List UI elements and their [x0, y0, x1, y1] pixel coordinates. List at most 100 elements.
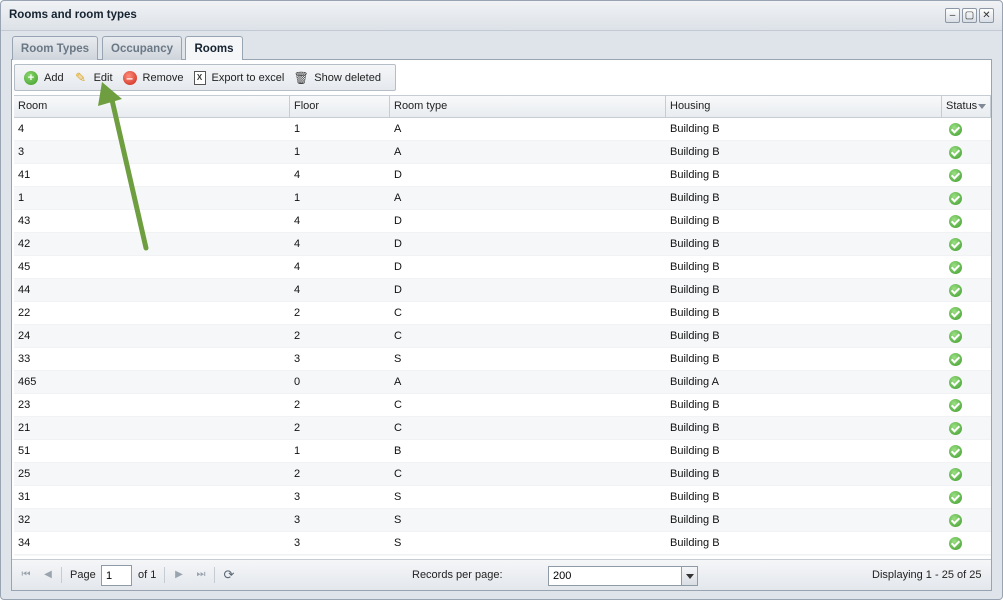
- tab-room-types[interactable]: Room Types: [12, 36, 98, 60]
- table-row[interactable]: 34 3 S Building B: [14, 532, 991, 555]
- refresh-icon[interactable]: ⟳: [222, 568, 236, 582]
- window-titlebar[interactable]: Rooms and room types – ▢ ✕: [1, 1, 1002, 31]
- maximize-button[interactable]: ▢: [962, 8, 977, 23]
- maximize-icon: ▢: [964, 9, 975, 21]
- table-row[interactable]: 22 2 C Building B: [14, 302, 991, 325]
- trash-icon: 🗑: [293, 70, 309, 85]
- cell-housing: [666, 555, 942, 556]
- cell-status: [942, 233, 991, 256]
- remove-icon: –: [122, 70, 137, 85]
- cell-housing: Building B: [670, 445, 720, 457]
- cell-floor: 4: [294, 284, 301, 296]
- cell-room: 24: [18, 330, 31, 342]
- cell-room: 23: [18, 399, 31, 411]
- ok-icon: [949, 146, 962, 159]
- table-row[interactable]: 45 4 D Building B: [14, 256, 991, 279]
- edit-button[interactable]: ✎ Edit: [69, 67, 118, 89]
- ok-icon: [949, 537, 962, 550]
- table-row[interactable]: 23 2 C Building B: [14, 394, 991, 417]
- chevron-down-icon[interactable]: [681, 567, 697, 585]
- next-page-icon[interactable]: ▶: [172, 568, 186, 582]
- first-page-icon[interactable]: ⏮: [19, 568, 33, 582]
- table-row[interactable]: 1 1 A Building B: [14, 187, 991, 210]
- cell-room: 33: [18, 353, 31, 365]
- pager-separator: [164, 567, 165, 583]
- last-page-icon[interactable]: ⏭: [194, 568, 208, 582]
- cell-floor: 2: [294, 468, 301, 480]
- cell-status: [942, 210, 991, 233]
- cell-room: 465: [18, 376, 37, 388]
- table-row[interactable]: 25 2 C Building B: [14, 463, 991, 486]
- cell-room: 41: [18, 169, 31, 181]
- cell-status: [942, 463, 991, 486]
- cell-housing: Building B: [670, 215, 720, 227]
- table-row[interactable]: 465 0 A Building A: [14, 371, 991, 394]
- window-controls: – ▢ ✕: [945, 8, 994, 23]
- table-row[interactable]: 24 2 C Building B: [14, 325, 991, 348]
- ok-icon: [949, 307, 962, 320]
- cell-housing: Building B: [670, 307, 720, 319]
- cell-floor: 2: [294, 307, 301, 319]
- show-deleted-button[interactable]: 🗑 Show deleted: [289, 67, 386, 89]
- close-button[interactable]: ✕: [979, 8, 994, 23]
- column-header-status[interactable]: Status: [942, 96, 991, 118]
- table-row[interactable]: 42 4 D Building B: [14, 233, 991, 256]
- cell-floor: 4: [294, 238, 301, 250]
- records-per-page-select[interactable]: 200: [548, 566, 698, 586]
- add-button[interactable]: + Add: [19, 67, 69, 89]
- grid-rows: 4 1 A Building B 3 1 A Building B 41 4 D Building B…: [14, 118, 991, 556]
- cell-room-type: D: [394, 215, 402, 227]
- ok-icon: [949, 261, 962, 274]
- table-row[interactable]: 43 4 D Building B: [14, 210, 991, 233]
- records-per-page-value: 200: [553, 570, 572, 582]
- table-row[interactable]: 31 3 S Building B: [14, 486, 991, 509]
- table-row[interactable]: 51 1 B Building B: [14, 440, 991, 463]
- cell-floor: 3: [294, 491, 301, 503]
- column-header-room[interactable]: Room: [14, 96, 290, 118]
- ok-icon: [949, 330, 962, 343]
- page-number-input[interactable]: [101, 565, 132, 586]
- tab-rooms[interactable]: Rooms: [185, 36, 243, 61]
- table-row[interactable]: 44 4 D Building B: [14, 279, 991, 302]
- cell-housing: Building B: [670, 284, 720, 296]
- remove-button[interactable]: – Remove: [118, 67, 189, 89]
- pager-separator: [214, 567, 215, 583]
- column-header-floor[interactable]: Floor: [290, 96, 390, 118]
- table-row[interactable]: 32 3 S Building B: [14, 509, 991, 532]
- ok-icon: [949, 445, 962, 458]
- cell-housing: Building B: [670, 192, 720, 204]
- ok-icon: [949, 284, 962, 297]
- column-header-housing[interactable]: Housing: [666, 96, 942, 118]
- cell-status: [942, 348, 991, 371]
- close-icon: ✕: [982, 9, 991, 21]
- tab-occupancy[interactable]: Occupancy: [102, 36, 182, 60]
- ok-icon: [949, 192, 962, 205]
- cell-status: [942, 118, 991, 141]
- cell-room-type: C: [394, 399, 402, 411]
- show-deleted-label: Show deleted: [314, 71, 381, 84]
- ok-icon: [949, 491, 962, 504]
- sort-desc-icon[interactable]: [978, 104, 986, 109]
- cell-room-type: D: [394, 169, 402, 181]
- cell-status: [942, 394, 991, 417]
- table-row[interactable]: 41 4 D Building B: [14, 164, 991, 187]
- export-excel-button[interactable]: X Export to excel: [189, 67, 290, 89]
- table-row[interactable]: 33 3 S Building B: [14, 348, 991, 371]
- column-header-room-type[interactable]: Room type: [390, 96, 666, 118]
- cell-room-type: S: [394, 514, 402, 526]
- tab-bar: Room Types Occupancy Rooms: [11, 34, 992, 61]
- pagination-bar: ⏮ ◀ Page of 1 ▶ ⏭ ⟳ Records per page: 20…: [12, 559, 991, 590]
- cell-status: [942, 164, 991, 187]
- cell-room: 22: [18, 307, 31, 319]
- table-row[interactable]: [14, 555, 991, 556]
- cell-floor: 2: [294, 330, 301, 342]
- cell-room: 42: [18, 238, 31, 250]
- add-icon: +: [24, 70, 38, 85]
- cell-status: [942, 532, 991, 555]
- prev-page-icon[interactable]: ◀: [41, 568, 55, 582]
- table-row[interactable]: 4 1 A Building B: [14, 118, 991, 141]
- table-row[interactable]: 21 2 C Building B: [14, 417, 991, 440]
- table-row[interactable]: 3 1 A Building B: [14, 141, 991, 164]
- minimize-button[interactable]: –: [945, 8, 960, 23]
- cell-status: [942, 509, 991, 532]
